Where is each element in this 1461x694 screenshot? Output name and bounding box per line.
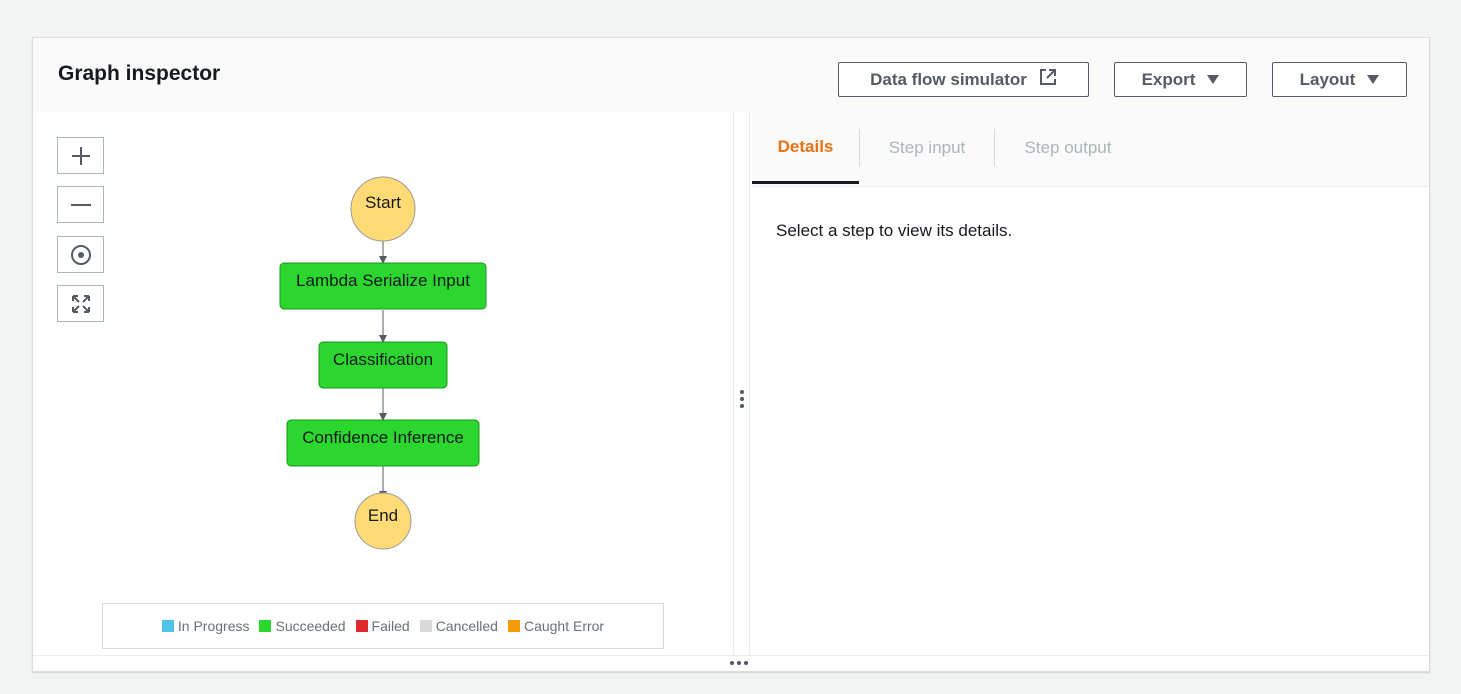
legend-swatch bbox=[419, 620, 432, 632]
status-legend: In Progress Succeeded Failed Cancelled C… bbox=[102, 603, 664, 649]
graph-canvas[interactable]: Start Lambda Serialize Input Classificat… bbox=[33, 112, 733, 658]
layout-dropdown-button[interactable]: Layout bbox=[1272, 62, 1407, 97]
legend-label: In Progress bbox=[177, 618, 250, 634]
caret-down-icon bbox=[1207, 75, 1220, 84]
external-link-icon bbox=[1039, 68, 1057, 91]
legend-label: Succeeded bbox=[275, 618, 346, 634]
node-classification-label: Classification bbox=[333, 350, 433, 369]
data-flow-simulator-button[interactable]: Data flow simulator bbox=[838, 62, 1089, 97]
export-dropdown-button[interactable]: Export bbox=[1114, 62, 1247, 97]
tab-details[interactable]: Details bbox=[752, 112, 859, 184]
legend-swatch bbox=[507, 620, 520, 632]
state-machine-graph: Start Lambda Serialize Input Classificat… bbox=[279, 176, 487, 550]
legend-swatch bbox=[259, 620, 272, 632]
tab-step-input[interactable]: Step input bbox=[860, 112, 994, 184]
layout-label: Layout bbox=[1299, 69, 1356, 89]
drag-handle-icon bbox=[740, 390, 744, 411]
legend-swatch bbox=[355, 620, 368, 632]
legend-label: Failed bbox=[371, 618, 410, 634]
legend-caught-error: Caught Error bbox=[507, 618, 605, 634]
node-start-label: Start bbox=[365, 193, 401, 212]
page-title: Graph inspector bbox=[58, 62, 221, 85]
tab-step-output[interactable]: Step output bbox=[995, 112, 1141, 184]
legend-succeeded: Succeeded bbox=[259, 618, 346, 634]
legend-label: Caught Error bbox=[523, 618, 605, 634]
legend-label: Cancelled bbox=[435, 618, 498, 634]
vertical-resize-handle[interactable] bbox=[733, 112, 750, 658]
data-flow-simulator-label: Data flow simulator bbox=[870, 69, 1027, 89]
drag-handle-icon bbox=[730, 661, 748, 665]
panel-header: Graph inspector Data flow simulator Expo… bbox=[33, 38, 1429, 113]
node-end-label: End bbox=[368, 506, 398, 525]
legend-cancelled: Cancelled bbox=[419, 618, 498, 634]
export-label: Export bbox=[1141, 69, 1196, 89]
graph-inspector-panel: Graph inspector Data flow simulator Expo… bbox=[32, 37, 1430, 672]
legend-in-progress: In Progress bbox=[161, 618, 250, 634]
node-lambda-serialize-input[interactable]: Lambda Serialize Input bbox=[279, 262, 487, 310]
node-lambda-serialize-input-label: Lambda Serialize Input bbox=[296, 271, 470, 290]
node-start[interactable]: Start bbox=[350, 176, 416, 242]
details-tabs: Details Step input Step output bbox=[752, 112, 1429, 187]
details-panel: Details Step input Step output Select a … bbox=[750, 112, 1429, 658]
node-confidence-inference[interactable]: Confidence Inference bbox=[286, 419, 480, 467]
node-classification[interactable]: Classification bbox=[318, 341, 448, 389]
node-confidence-inference-label: Confidence Inference bbox=[302, 428, 464, 447]
caret-down-icon bbox=[1367, 75, 1380, 84]
details-empty-message: Select a step to view its details. bbox=[776, 221, 1013, 240]
legend-failed: Failed bbox=[355, 618, 410, 634]
node-end[interactable]: End bbox=[354, 492, 412, 550]
legend-swatch bbox=[161, 620, 174, 632]
horizontal-resize-handle[interactable] bbox=[33, 655, 1429, 671]
